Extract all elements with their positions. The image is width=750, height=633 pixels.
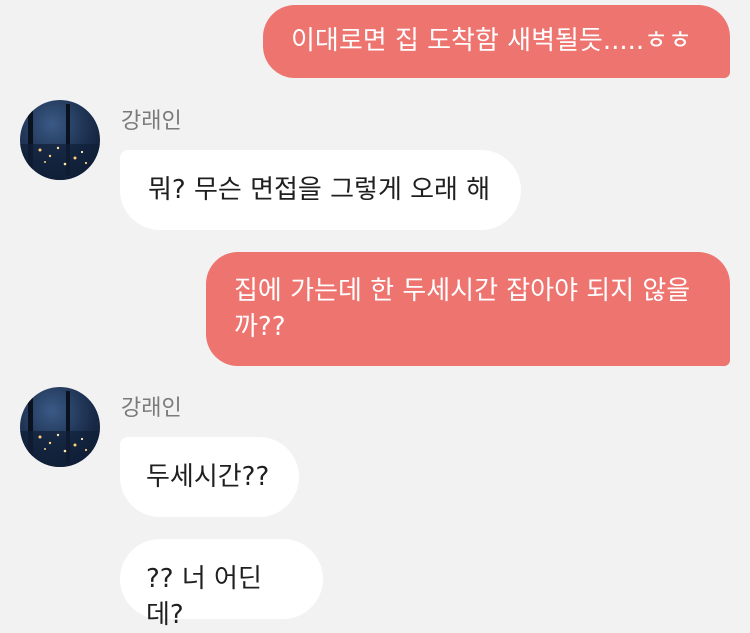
outgoing-message-bubble[interactable]: 이대로면 집 도착함 새벽될듯.....ㅎㅎ xyxy=(263,5,730,78)
incoming-message-bubble[interactable]: 두세시간?? xyxy=(120,437,299,517)
avatar-image-icon xyxy=(20,104,100,180)
outgoing-message-bubble[interactable]: 집에 가는데 한 두세시간 잡아야 되지 않을 까?? xyxy=(206,252,730,366)
avatar-image-icon xyxy=(20,391,100,467)
incoming-message-bubble[interactable]: ?? 너 어딘데? xyxy=(120,539,323,630)
incoming-message-bubble[interactable]: 뭐? 무슨 면접을 그렇게 오래 해 xyxy=(120,150,521,230)
sender-name: 강래인 xyxy=(121,396,182,421)
contact-avatar[interactable] xyxy=(20,387,100,467)
sender-name: 강래인 xyxy=(121,109,182,134)
message-text: 두세시간?? xyxy=(146,462,270,492)
contact-avatar[interactable] xyxy=(20,100,100,180)
message-text: 뭐? 무슨 면접을 그렇게 오래 해 xyxy=(148,175,491,205)
message-text: ?? 너 어딘데? xyxy=(146,564,262,630)
message-text: 이대로면 집 도착함 새벽될듯.....ㅎㅎ xyxy=(291,26,692,56)
message-text-line: 집에 가는데 한 두세시간 잡아야 되지 않을 xyxy=(234,276,691,306)
message-text-line: 까?? xyxy=(234,312,286,342)
